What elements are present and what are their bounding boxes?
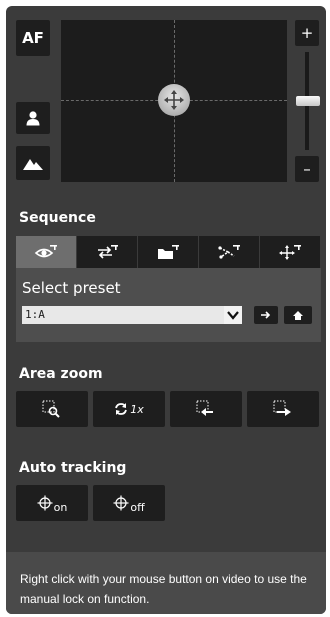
- preset-select[interactable]: 1:A: [22, 306, 242, 324]
- auto-tracking-on-button[interactable]: on: [16, 485, 88, 521]
- autofocus-button[interactable]: AF: [16, 20, 50, 56]
- zoom-next-button[interactable]: [247, 391, 319, 427]
- autofocus-label: AF: [22, 29, 44, 47]
- tab-folder[interactable]: [138, 236, 198, 268]
- move-icon: [279, 245, 301, 260]
- sequence-tab-bar: [16, 236, 321, 268]
- chevron-down-icon: [227, 311, 239, 320]
- swap-arrows-icon: [98, 245, 118, 259]
- auto-tracking-off-label: off: [130, 500, 145, 514]
- preset-panel: Select preset 1:A: [16, 268, 321, 342]
- zoom-in-label: +: [300, 24, 314, 42]
- refresh-icon: [115, 403, 128, 415]
- sequence-title: Sequence: [19, 210, 96, 226]
- zoom-back-icon: [196, 400, 213, 416]
- area-zoom-title: Area zoom: [19, 366, 103, 382]
- person-button[interactable]: [16, 102, 50, 134]
- help-message: Right click with your mouse button on vi…: [20, 572, 307, 606]
- zoom-area-icon: [42, 400, 60, 418]
- ptz-control-panel: AF + – Sequence Select preset 1:A Area z…: [6, 6, 326, 614]
- zoom-out-label: –: [303, 160, 311, 178]
- go-to-preset-button[interactable]: [254, 306, 278, 324]
- target-icon: [37, 495, 53, 511]
- auto-tracking-off-button[interactable]: off: [93, 485, 165, 521]
- home-icon: [293, 310, 303, 320]
- zoom-forward-icon: [273, 400, 291, 416]
- mountain-icon: [23, 159, 43, 170]
- ptz-move-handle[interactable]: [158, 84, 190, 116]
- tab-tour[interactable]: [199, 236, 259, 268]
- preset-dropdown-button[interactable]: [224, 306, 242, 324]
- help-footer: Right click with your mouse button on vi…: [6, 552, 326, 614]
- arrow-right-icon: [261, 311, 271, 319]
- ptz-pad[interactable]: [61, 20, 287, 182]
- zoom-reset-button[interactable]: 1x: [93, 391, 165, 427]
- tab-move[interactable]: [260, 236, 320, 268]
- zoom-in-button[interactable]: +: [295, 20, 319, 46]
- move-cross-icon: [164, 90, 184, 110]
- zoom-out-button[interactable]: –: [295, 156, 319, 182]
- zoom-slider-thumb[interactable]: [296, 96, 320, 106]
- auto-tracking-title: Auto tracking: [19, 460, 127, 476]
- zoom-reset-label: 1x: [130, 402, 144, 416]
- auto-tracking-on-label: on: [53, 500, 68, 514]
- home-preset-button[interactable]: [284, 306, 312, 324]
- tour-icon: [218, 245, 240, 259]
- folder-icon: [158, 245, 179, 259]
- area-zoom-select-button[interactable]: [16, 391, 88, 427]
- preset-label: Select preset: [22, 279, 121, 297]
- target-icon: [113, 495, 129, 511]
- zoom-previous-button[interactable]: [170, 391, 242, 427]
- landscape-button[interactable]: [16, 146, 50, 180]
- tab-swap[interactable]: [77, 236, 137, 268]
- preset-select-value: 1:A: [25, 308, 45, 321]
- tab-preset-view[interactable]: [16, 236, 76, 268]
- eye-icon: [34, 245, 57, 258]
- person-icon: [26, 111, 40, 126]
